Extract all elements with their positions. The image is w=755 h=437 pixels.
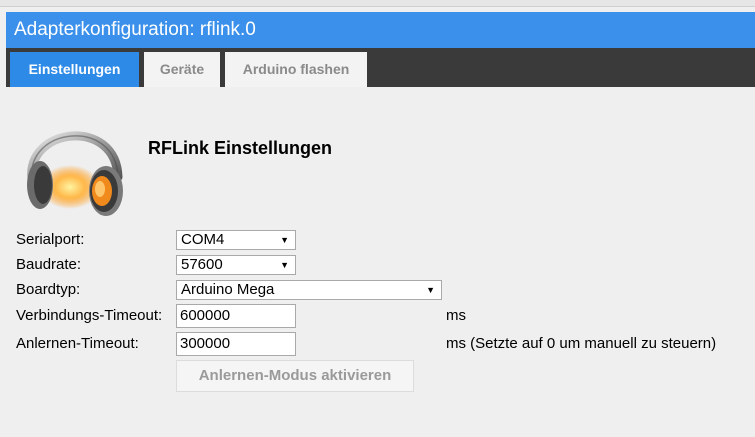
verbindungs-timeout-input[interactable]: 600000 (176, 304, 296, 328)
baudrate-value: 57600 (181, 256, 223, 273)
verbindungs-timeout-unit: ms (446, 307, 466, 324)
boardtyp-select[interactable]: Arduino Mega ▼ (176, 280, 442, 300)
baudrate-select[interactable]: 57600 ▼ (176, 255, 296, 275)
caret-down-icon: ▼ (280, 235, 289, 245)
boardtyp-value: Arduino Mega (181, 281, 275, 298)
anlernen-timeout-unit: ms (Setzte auf 0 um manuell zu steuern) (446, 335, 717, 352)
anlernen-timeout-label: Anlernen-Timeout: (16, 335, 139, 352)
verbindungs-timeout-label: Verbindungs-Timeout: (16, 307, 163, 324)
tab-bar: Einstellungen Geräte Arduino flashen (6, 48, 755, 87)
headphones-icon (27, 131, 123, 216)
boardtyp-label: Boardtyp: (16, 281, 81, 298)
caret-down-icon: ▼ (280, 260, 289, 270)
page-title: RFLink Einstellungen (148, 138, 333, 158)
tab-geraete[interactable]: Geräte (144, 52, 220, 87)
anlernen-modus-button[interactable]: Anlernen-Modus aktivieren (176, 360, 414, 392)
tab-einstellungen[interactable]: Einstellungen (10, 52, 139, 87)
tab-arduino-flashen[interactable]: Arduino flashen (225, 52, 367, 87)
serialport-value: COM4 (181, 231, 225, 248)
baudrate-label: Baudrate: (16, 256, 82, 273)
serialport-select[interactable]: COM4 ▼ (176, 230, 296, 250)
serialport-label: Serialport: (16, 231, 85, 248)
window-title: Adapterkonfiguration: rflink.0 (6, 12, 755, 48)
caret-down-icon: ▼ (426, 285, 435, 295)
browser-top-edge (0, 0, 755, 7)
anlernen-timeout-input[interactable]: 300000 (176, 332, 296, 356)
